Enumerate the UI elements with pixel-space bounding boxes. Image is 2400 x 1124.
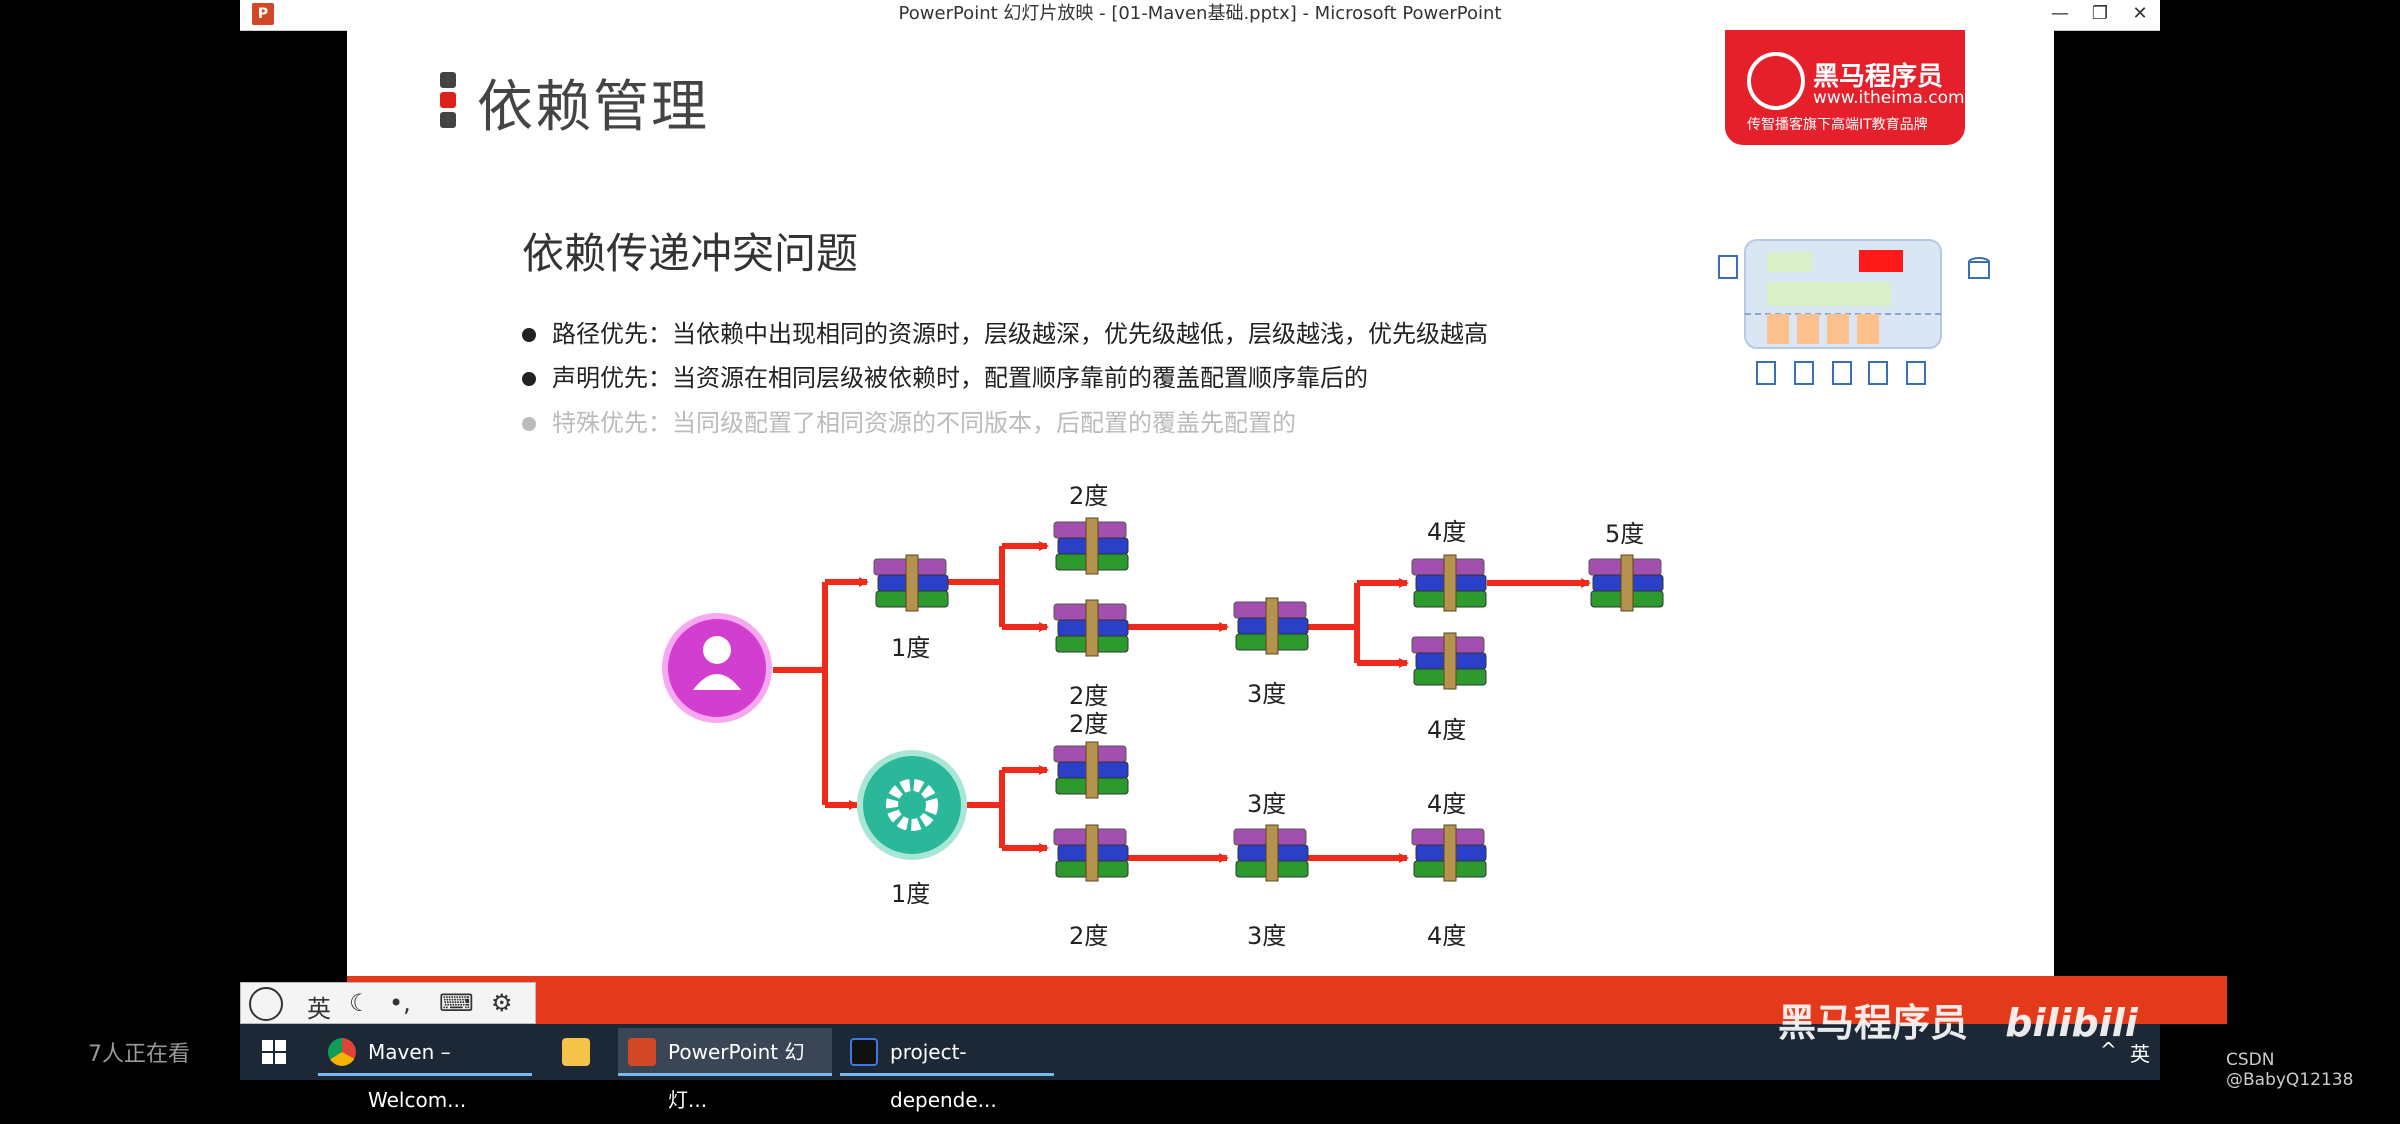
taskbar-item-label: Maven – Welcom...	[368, 1040, 467, 1112]
jar-icon	[1053, 599, 1129, 657]
ime-toolbar: 英 ☾ •, ⌨ ⚙	[240, 982, 536, 1024]
jar-icon	[1233, 824, 1309, 882]
degree-label: 2度	[1069, 482, 1109, 510]
jar-icon	[873, 554, 949, 612]
degree-label: 3度	[1247, 922, 1287, 950]
degree-label: 3度	[1247, 790, 1287, 818]
jar-icon	[1053, 741, 1129, 799]
jar-icon	[1053, 517, 1129, 575]
intellij-icon	[850, 1038, 878, 1066]
taskbar-item-label: PowerPoint 幻灯...	[668, 1040, 805, 1112]
jar-icon	[1588, 554, 1664, 612]
jar-icon	[1053, 824, 1129, 882]
user-node-icon	[662, 613, 772, 723]
degree-label: 4度	[1427, 790, 1467, 818]
chrome-icon	[328, 1038, 356, 1066]
keyboard-icon[interactable]: ⌨	[439, 989, 474, 1017]
jar-icon	[1411, 632, 1487, 690]
degree-label: 2度	[1069, 710, 1109, 738]
minimize-button[interactable]: —	[2040, 0, 2080, 30]
folder-icon	[562, 1038, 590, 1066]
degree-label: 4度	[1427, 518, 1467, 546]
slide: 依赖管理 黑马程序员 www.itheima.com 传智播客旗下高端IT教育品…	[347, 30, 2054, 976]
windows-start-icon[interactable]	[262, 1040, 286, 1064]
degree-label: 4度	[1427, 716, 1467, 744]
active-underline	[318, 1073, 532, 1076]
watermark-brand: 黑马程序员 bilibili	[1778, 992, 2138, 1047]
degree-label: 3度	[1247, 680, 1287, 708]
taskbar-item-intellij[interactable]: project-depende...	[840, 1028, 1054, 1112]
active-underline	[618, 1073, 832, 1076]
jar-icon	[1233, 597, 1309, 655]
taskbar-item-powerpoint[interactable]: PowerPoint 幻灯...	[618, 1028, 832, 1112]
ime-lang-toggle[interactable]: 英	[307, 989, 331, 1024]
degree-label: 2度	[1069, 922, 1109, 950]
taskbar-item-chrome[interactable]: Maven – Welcom...	[318, 1028, 532, 1112]
dependency-diagram	[662, 517, 1664, 882]
watermark-brand-text: 黑马程序员	[1778, 1001, 1969, 1045]
degree-label: 4度	[1427, 922, 1467, 950]
jar-icon	[1411, 824, 1487, 882]
active-underline	[840, 1073, 1054, 1076]
punctuation-icon[interactable]: •,	[389, 989, 411, 1017]
ime-logo-icon[interactable]	[249, 987, 283, 1021]
restore-button[interactable]: ❐	[2080, 0, 2120, 30]
moon-icon[interactable]: ☾	[349, 989, 371, 1017]
degree-label: 5度	[1605, 520, 1645, 548]
powerpoint-icon: P	[252, 3, 274, 25]
window-titlebar: PowerPoint 幻灯片放映 - [01-Maven基础.pptx] - M…	[240, 0, 2160, 31]
taskbar-item-explorer[interactable]	[540, 1028, 612, 1076]
watermark-site-text: bilibili	[2005, 1001, 2138, 1045]
powerpoint-icon	[628, 1038, 656, 1066]
degree-label: 1度	[891, 880, 931, 908]
gear-icon[interactable]: ⚙	[491, 989, 513, 1017]
window-title: PowerPoint 幻灯片放映 - [01-Maven基础.pptx] - M…	[898, 3, 1502, 24]
taskbar-item-label: project-depende...	[890, 1040, 997, 1112]
jar-icon	[1411, 554, 1487, 612]
degree-label: 1度	[891, 634, 931, 662]
viewer-count: 7人正在看	[88, 1042, 190, 1067]
close-button[interactable]: ✕	[2120, 0, 2160, 30]
csdn-watermark: CSDN @BabyQ12138	[2226, 1050, 2354, 1090]
